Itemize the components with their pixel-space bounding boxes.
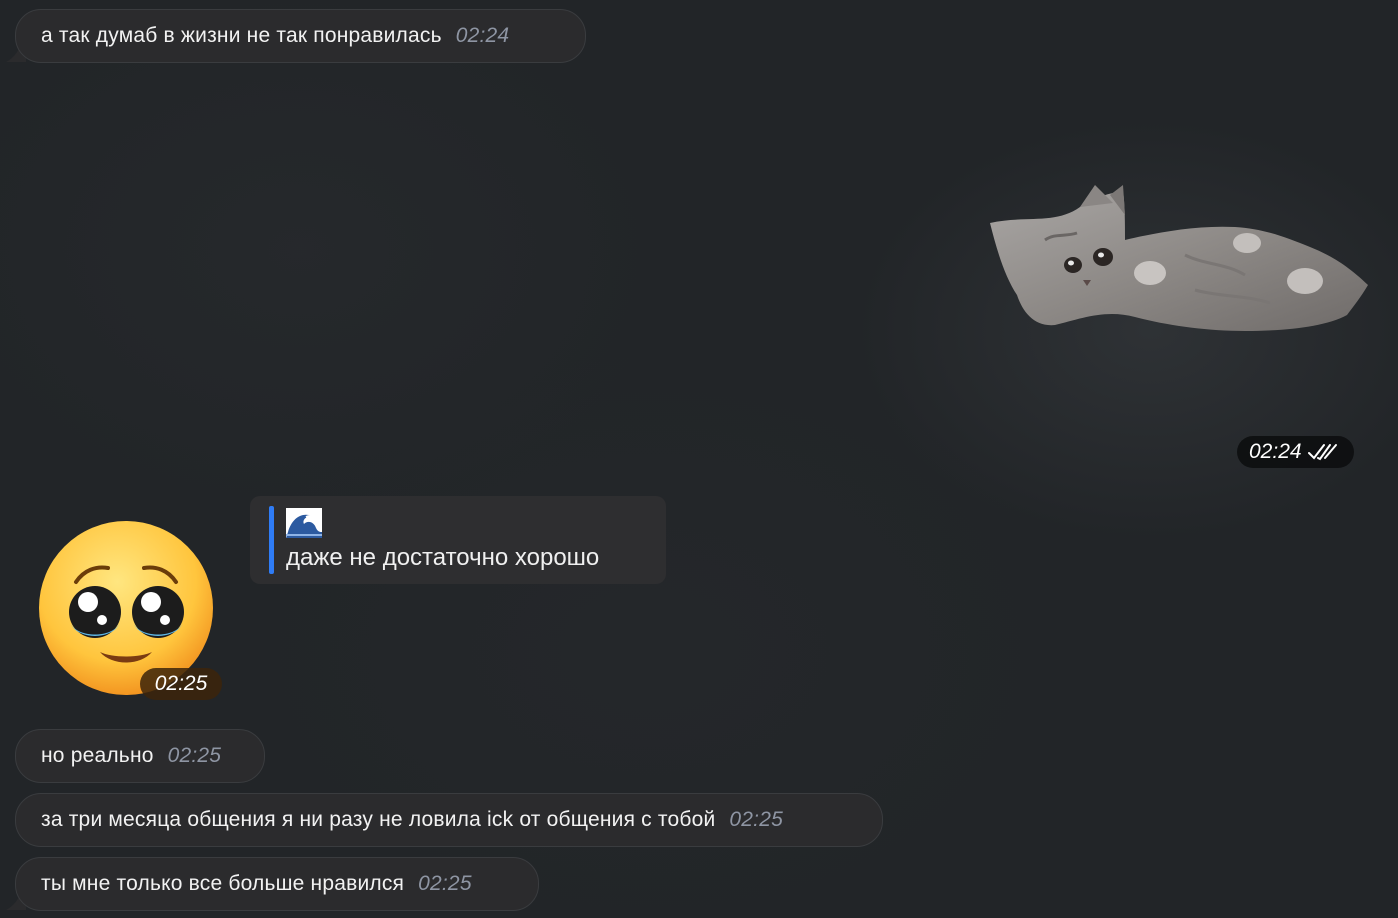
sticker-timestamp: 02:24 [1237, 436, 1354, 468]
message-time: 02:24 [455, 24, 510, 47]
reply-accent-bar [269, 506, 274, 574]
reply-text: даже не достаточно хорошо [286, 544, 600, 571]
incoming-message-1[interactable]: а так думаб в жизни не так понравилась 0… [15, 9, 586, 63]
incoming-message-3[interactable]: за три месяца общения я ни разу не ловил… [15, 793, 883, 847]
kitten-sticker[interactable] [985, 185, 1375, 340]
message-text: но реально [41, 744, 154, 767]
wave-emoji-icon [286, 508, 322, 538]
emoji-timestamp: 02:25 [140, 668, 222, 700]
message-time: 02:25 [167, 744, 222, 767]
message-text: за три месяца общения я ни разу не ловил… [41, 808, 716, 831]
reply-quote-card[interactable]: даже не достаточно хорошо [250, 496, 666, 584]
message-time: 02:25 [729, 808, 783, 831]
double-check-icon [1307, 444, 1337, 461]
message-text: а так думаб в жизни не так понравилась [41, 24, 442, 47]
incoming-message-4[interactable]: ты мне только все больше нравился 02:25 [15, 857, 539, 911]
message-time: 02:25 [418, 872, 472, 895]
emoji-time: 02:25 [154, 672, 208, 695]
message-text: ты мне только все больше нравился [41, 872, 405, 895]
incoming-message-2[interactable]: но реально 02:25 [15, 729, 265, 783]
sticker-time: 02:24 [1249, 440, 1302, 463]
